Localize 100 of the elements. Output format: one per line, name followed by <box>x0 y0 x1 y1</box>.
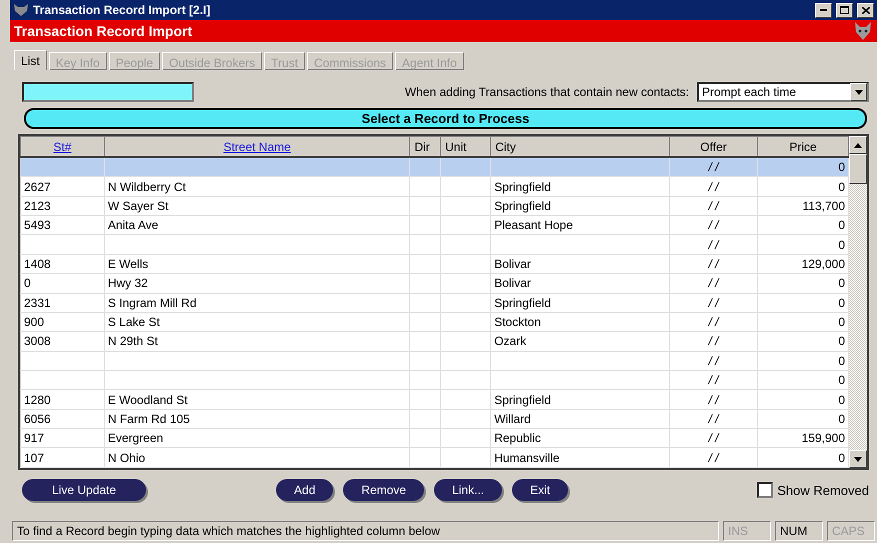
table-cell: 0 <box>838 180 845 194</box>
table-cell: Willard <box>494 412 531 426</box>
status-indicator: CAPS <box>827 521 875 541</box>
table-cell: N 29th St <box>108 334 158 348</box>
table-row[interactable]: 917 Evergreen Republic / / 159,900 <box>20 428 848 448</box>
minimize-button[interactable] <box>815 2 832 18</box>
action-button[interactable]: Add <box>276 479 334 501</box>
table-cell: 0 <box>838 160 845 174</box>
wolf-icon <box>853 21 873 41</box>
table-cell: / / <box>708 198 719 213</box>
table-cell: E Woodland St <box>108 392 188 406</box>
table-cell: / / <box>708 276 719 290</box>
table-row[interactable]: 1280 E Woodland St Springfield / / 0 <box>20 390 848 410</box>
table-cell: 107 <box>24 450 44 465</box>
table-cell: / / <box>708 354 719 368</box>
table-cell: Humansville <box>494 450 560 465</box>
live-update-button[interactable]: Live Update <box>22 479 146 501</box>
table-row[interactable]: 3008 N 29th St Ozark / / 0 <box>20 332 848 352</box>
table-cell: Evergreen <box>108 431 164 446</box>
table-cell: N Farm Rd 105 <box>108 412 190 426</box>
table-row[interactable]: 900 S Lake St Stockton / / 0 <box>20 312 848 332</box>
table-cell: 3008 <box>24 334 51 348</box>
table-cell: Anita Ave <box>108 218 158 232</box>
table-cell: S Ingram Mill Rd <box>108 296 196 310</box>
checkbox-label: Show Removed <box>777 482 869 498</box>
table-cell: / / <box>708 296 719 310</box>
table-row[interactable]: 2123 W Sayer St Springfield / / 113,700 <box>20 196 848 216</box>
table-row[interactable]: 2627 N Wildberry Ct Springfield / / 0 <box>20 176 848 196</box>
table-cell: / / <box>708 373 719 388</box>
scroll-down-button[interactable] <box>849 450 867 468</box>
checkbox[interactable] <box>757 482 774 498</box>
table-cell: S Lake St <box>108 315 160 330</box>
table-cell: 0 <box>838 373 845 388</box>
column-header[interactable]: City <box>495 140 516 154</box>
new-contacts-dropdown[interactable]: Prompt each time <box>697 82 869 102</box>
table-cell: 0 <box>838 296 845 310</box>
table-cell: / / <box>708 160 719 174</box>
table-cell: 0 <box>838 354 845 368</box>
table-cell: 0 <box>838 276 845 290</box>
table-cell: E Wells <box>108 256 148 271</box>
table-cell: 5493 <box>24 218 51 232</box>
table-cell: Ozark <box>494 334 526 348</box>
table-cell: / / <box>708 334 719 348</box>
table-cell: Springfield <box>494 296 551 310</box>
new-contacts-label: When adding Transactions that contain new contacts: <box>404 85 689 99</box>
table-cell: Springfield <box>494 198 551 213</box>
table-row[interactable]: / / 0 <box>20 351 848 370</box>
table-row[interactable]: / / 0 <box>20 234 848 254</box>
action-button[interactable]: Exit <box>512 479 568 501</box>
table-row[interactable]: 6056 N Farm Rd 105 Willard / / 0 <box>20 409 848 429</box>
table-cell: 0 <box>24 276 31 290</box>
table-row[interactable]: 0 Hwy 32 Bolivar / / 0 <box>20 274 848 294</box>
table-cell: 1408 <box>24 256 51 271</box>
scroll-up-button[interactable] <box>849 136 867 154</box>
table-cell: 2627 <box>24 180 51 194</box>
table-cell: 2331 <box>24 296 51 310</box>
table-cell: Bolivar <box>494 276 531 290</box>
action-button[interactable]: Link... <box>434 479 502 501</box>
close-button[interactable] <box>857 2 874 18</box>
search-field[interactable] <box>22 82 194 102</box>
scroll-up-icon <box>854 142 862 148</box>
table-cell: 0 <box>838 238 845 252</box>
table-row[interactable]: 5493 Anita Ave Pleasant Hope / / 0 <box>20 216 848 235</box>
table-row[interactable]: 107 N Ohio Humansville / / 0 <box>20 448 848 468</box>
table-cell: Stockton <box>494 315 541 330</box>
table-row[interactable]: / / 0 <box>20 157 848 177</box>
action-button[interactable]: Remove <box>343 479 424 501</box>
table-cell: 2123 <box>24 198 51 213</box>
maximize-icon <box>840 6 849 14</box>
table-cell: 900 <box>24 315 44 330</box>
status-message: To find a Record begin typing data which matches the highlighted column below <box>12 521 719 541</box>
table-cell: / / <box>708 431 719 446</box>
close-icon <box>862 6 870 14</box>
table-cell: / / <box>708 256 719 271</box>
window-title: Transaction Record Import [2.I] <box>33 3 212 17</box>
table-cell: 159,900 <box>802 431 845 446</box>
table-cell: / / <box>708 180 719 194</box>
scrollbar[interactable] <box>849 136 867 468</box>
wolf-icon <box>13 3 29 17</box>
column-header-link[interactable]: Street Name <box>223 140 291 154</box>
table-cell: Republic <box>494 431 541 446</box>
column-header-link[interactable]: St# <box>53 140 72 154</box>
table-cell: / / <box>708 392 719 406</box>
table-cell: 0 <box>838 450 845 465</box>
table-row[interactable]: / / 0 <box>20 370 848 390</box>
table-cell: 129,000 <box>802 256 845 271</box>
table-cell: 0 <box>838 334 845 348</box>
maximize-button[interactable] <box>836 2 853 18</box>
table-cell: N Ohio <box>108 450 146 465</box>
table-cell: / / <box>708 218 719 232</box>
table-row[interactable]: 2331 S Ingram Mill Rd Springfield / / 0 <box>20 293 848 312</box>
table-cell: 1280 <box>24 392 51 406</box>
tab[interactable]: List <box>14 50 47 70</box>
scroll-thumb[interactable] <box>849 154 867 184</box>
table-cell: 0 <box>838 412 845 426</box>
minimize-icon <box>820 9 827 11</box>
table-cell: Springfield <box>494 180 551 194</box>
table-row[interactable]: 1408 E Wells Bolivar / / 129,000 <box>20 254 848 274</box>
status-indicator: NUM <box>775 521 823 541</box>
table-cell: / / <box>708 450 719 465</box>
